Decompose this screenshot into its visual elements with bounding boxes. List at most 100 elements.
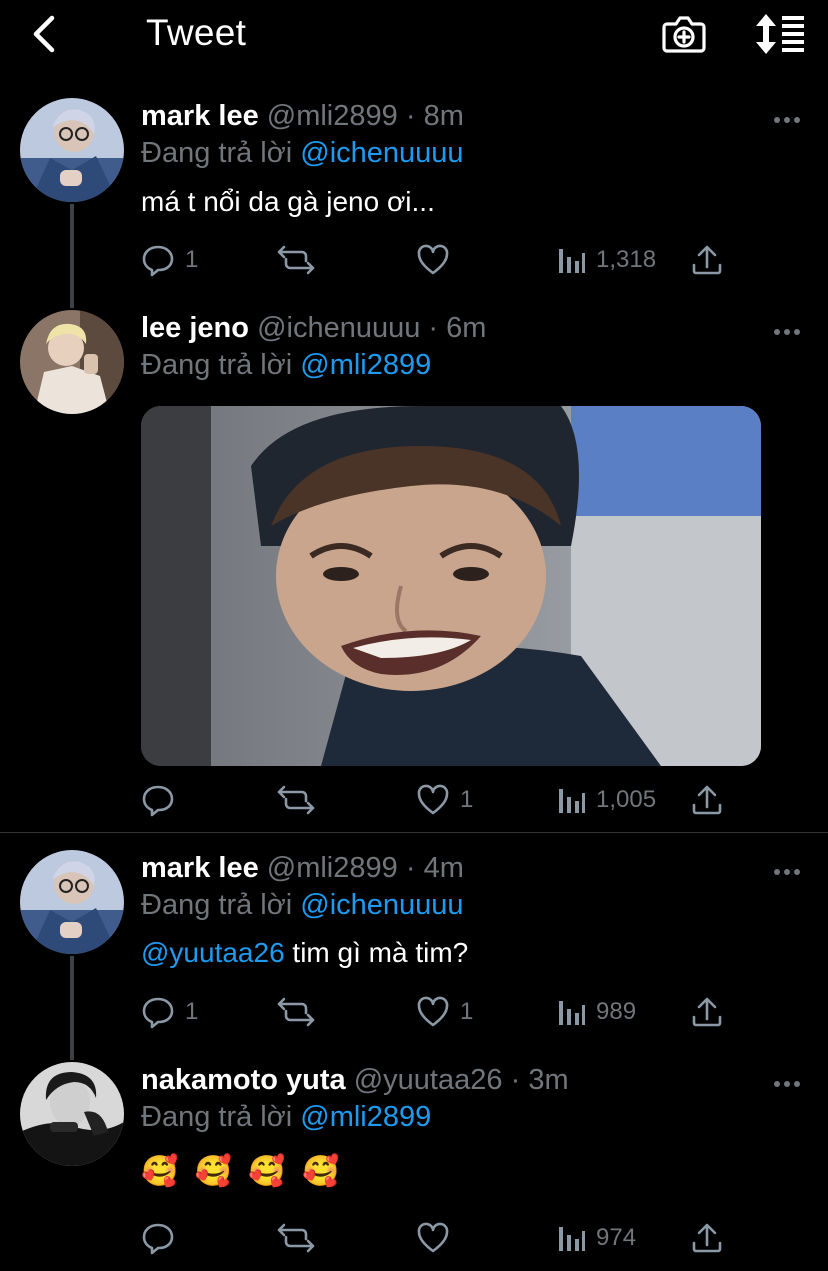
tweet-actions: 1 1 989 (141, 992, 741, 1032)
camera-add-icon[interactable] (661, 12, 707, 56)
tweet-header: mark lee @mli2899 · 8m (141, 100, 464, 133)
thread-line (70, 956, 74, 1060)
reply-context: Đang trả lời @ichenuuuu (141, 137, 464, 170)
reply-prefix: Đang trả lời (141, 889, 293, 921)
retweet-icon (277, 1223, 315, 1253)
tweet-photo[interactable] (141, 406, 761, 766)
like-button[interactable]: 1 (416, 780, 473, 820)
timestamp: 8m (423, 100, 464, 132)
tweet-actions: 1 1,318 (141, 240, 741, 280)
views-button[interactable]: 989 (556, 992, 636, 1032)
heart-icon (417, 1222, 449, 1253)
tweet-text: má t nổi da gà jeno ơi... (141, 186, 435, 217)
reply-prefix: Đang trả lời (141, 349, 293, 381)
reply-context: Đang trả lời @mli2899 (141, 1101, 431, 1134)
heart-icon (417, 996, 449, 1027)
retweet-button[interactable] (276, 780, 316, 820)
retweet-icon (277, 785, 315, 815)
views-button[interactable]: 974 (556, 1218, 636, 1258)
username[interactable]: @mli2899 (267, 100, 398, 132)
text-mention[interactable]: @yuutaa26 (141, 937, 285, 968)
separator-dot: · (405, 852, 416, 884)
username[interactable]: @mli2899 (267, 852, 398, 884)
more-options-icon[interactable] (772, 864, 802, 875)
tweet-actions: 974 (141, 1218, 741, 1258)
views-chart-icon (559, 1001, 585, 1025)
divider (0, 832, 828, 833)
reply-button[interactable]: 1 (141, 992, 198, 1032)
tweet-text: @yuutaa26 tim gì mà tim? (141, 937, 468, 969)
like-button[interactable]: 1 (416, 992, 473, 1032)
views-button[interactable]: 1,005 (556, 780, 656, 820)
more-options-icon[interactable] (772, 112, 802, 123)
display-name[interactable]: mark lee (141, 852, 259, 884)
reply-button[interactable] (141, 780, 185, 820)
username[interactable]: @ichenuuuu (257, 312, 420, 344)
view-count: 1,318 (596, 246, 657, 273)
views-chart-icon (559, 789, 585, 813)
reply-mention[interactable]: @ichenuuuu (300, 889, 463, 921)
timestamp: 6m (446, 312, 487, 344)
avatar[interactable] (20, 1062, 124, 1166)
tweet-actions: 1 1,005 (141, 780, 741, 820)
reply-mention[interactable]: @mli2899 (300, 1101, 431, 1133)
reply-icon (142, 1223, 174, 1255)
more-options-icon[interactable] (772, 1076, 802, 1087)
like-button[interactable] (416, 240, 460, 280)
retweet-icon (277, 997, 315, 1027)
avatar[interactable] (20, 310, 124, 414)
heart-icon (417, 784, 449, 815)
back-arrow-icon[interactable] (28, 12, 68, 56)
share-button[interactable] (690, 240, 724, 280)
retweet-button[interactable] (276, 1218, 316, 1258)
avatar[interactable] (20, 850, 124, 954)
reply-button[interactable]: 1 (141, 240, 198, 280)
views-button[interactable]: 1,318 (556, 240, 656, 280)
view-count: 989 (596, 998, 637, 1025)
reply-icon (142, 997, 174, 1029)
reply-prefix: Đang trả lời (141, 137, 293, 169)
reply-mention[interactable]: @ichenuuuu (300, 137, 463, 169)
tweet-text-body: tim gì mà tim? (292, 937, 469, 968)
retweet-button[interactable] (276, 992, 316, 1032)
share-icon (692, 1223, 722, 1253)
retweet-icon (277, 245, 315, 275)
share-icon (692, 245, 722, 275)
more-options-icon[interactable] (772, 324, 802, 335)
reply-context: Đang trả lời @mli2899 (141, 349, 431, 382)
like-count: 1 (460, 998, 474, 1025)
reply-icon (142, 785, 174, 817)
reply-count: 1 (185, 998, 199, 1025)
display-name[interactable]: nakamoto yuta (141, 1064, 346, 1096)
reply-icon (142, 245, 174, 277)
reply-mention[interactable]: @mli2899 (300, 349, 431, 381)
display-name[interactable]: mark lee (141, 100, 259, 132)
view-count: 1,005 (596, 786, 657, 813)
avatar[interactable] (20, 98, 124, 202)
like-count: 1 (460, 786, 474, 813)
sort-icon[interactable] (752, 12, 806, 56)
username[interactable]: @yuutaa26 (354, 1064, 503, 1096)
separator-dot: · (405, 100, 416, 132)
views-chart-icon (559, 249, 585, 273)
thread-line (70, 204, 74, 308)
share-button[interactable] (690, 992, 724, 1032)
timestamp: 4m (423, 852, 464, 884)
reply-button[interactable] (141, 1218, 185, 1258)
like-button[interactable] (416, 1218, 460, 1258)
share-icon (692, 997, 722, 1027)
reply-context: Đang trả lời @ichenuuuu (141, 889, 464, 922)
views-chart-icon (559, 1227, 585, 1251)
tweet-text: 🥰 🥰 🥰 🥰 (141, 1155, 344, 1188)
tweet-header: mark lee @mli2899 · 4m (141, 852, 464, 885)
share-button[interactable] (690, 780, 724, 820)
retweet-button[interactable] (276, 240, 316, 280)
reply-count: 1 (185, 246, 199, 273)
display-name[interactable]: lee jeno (141, 312, 249, 344)
separator-dot: · (510, 1064, 521, 1096)
share-icon (692, 785, 722, 815)
share-button[interactable] (690, 1218, 724, 1258)
tweet-header: lee jeno @ichenuuuu · 6m (141, 312, 486, 345)
separator-dot: · (428, 312, 439, 344)
tweet-header: nakamoto yuta @yuutaa26 · 3m (141, 1064, 569, 1097)
